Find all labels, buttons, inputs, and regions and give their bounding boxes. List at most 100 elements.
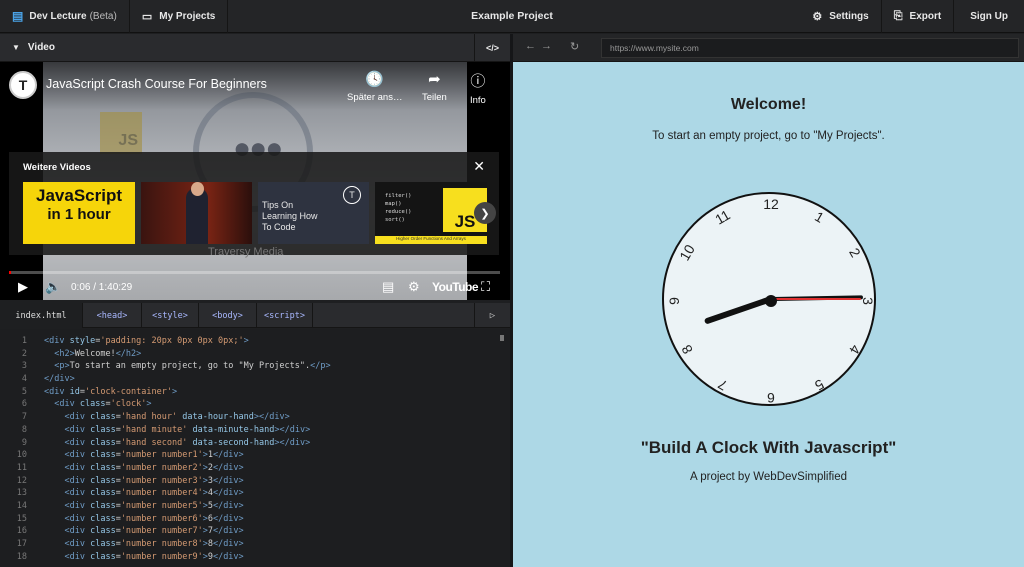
share-arrow-icon: ➦ <box>428 71 441 88</box>
line-number: 6 <box>21 399 27 410</box>
app-logo-button[interactable]: ▤ Dev Lecture (Beta) <box>0 0 130 33</box>
code-line[interactable]: 10 <div class='number number1'>1</div> <box>0 449 510 462</box>
tab-style[interactable]: <style> <box>142 303 199 328</box>
code-line[interactable]: 5 <div id='clock-container'> <box>0 386 510 399</box>
preview-pane: Welcome! To start an empty project, go t… <box>513 62 1024 567</box>
beta-label: (Beta) <box>89 10 117 22</box>
monitor-icon: ▭ <box>141 10 153 23</box>
forward-arrow-icon[interactable]: → <box>541 40 552 52</box>
code-line[interactable]: 4 </div> <box>0 373 510 386</box>
line-number: 12 <box>16 475 27 486</box>
channel-avatar[interactable]: T <box>9 71 37 99</box>
code-line[interactable]: 7 <div class='hand hour' data-hour-hand>… <box>0 411 510 424</box>
video-thumbnail-js-1-hour[interactable]: JavaScript in 1 hour <box>23 182 135 244</box>
fullscreen-icon[interactable]: ⛶ <box>481 279 490 295</box>
channel-logo-icon: T <box>343 186 361 204</box>
tab-body[interactable]: <body> <box>199 303 257 328</box>
more-videos-title: Weitere Videos <box>23 162 91 173</box>
info-icon: ⓘ <box>470 73 486 90</box>
speaker-head <box>191 182 204 196</box>
code-text: <div class='number number8'>8</div> <box>64 539 244 549</box>
settings-button[interactable]: ⚙ Settings <box>800 0 880 33</box>
line-number: 13 <box>16 488 27 499</box>
back-arrow-icon[interactable]: ← <box>525 40 536 52</box>
video-player[interactable]: JS ●●● T JavaScript Crash Course For Beg… <box>0 62 510 300</box>
watch-later-button[interactable]: 🕓 Später ans… <box>347 70 402 103</box>
preview-paragraph: To start an empty project, go to "My Pro… <box>652 130 885 142</box>
scrollbar-thumb[interactable] <box>500 335 504 341</box>
export-label: Export <box>909 10 942 22</box>
youtube-logo[interactable]: YouTube <box>432 280 479 294</box>
sign-up-button[interactable]: Sign Up <box>953 0 1024 33</box>
clock-center <box>765 295 777 307</box>
ghost-caption: Traversy Media <box>208 246 284 258</box>
thumb-code: filter() map() reduce() sort() <box>385 193 412 223</box>
line-number: 1 <box>21 336 27 346</box>
video-panel-title: Video <box>27 42 55 53</box>
export-button[interactable]: ⎘ Export <box>880 0 953 33</box>
code-line[interactable]: 1 <div style='padding: 20px 0px 0px 0px;'… <box>0 335 510 348</box>
video-thumbnail-higher-order[interactable]: filter() map() reduce() sort() JS Higher… <box>375 182 487 244</box>
code-text: <div class='hand second' data-second-han… <box>64 437 311 448</box>
my-projects-label: My Projects <box>159 10 216 22</box>
code-text: <div class='number number3'>3</div> <box>64 475 244 486</box>
code-line[interactable]: 9 <div class='hand second' data-second-h… <box>0 437 510 450</box>
app-root: Example Project ▤ Dev Lecture (Beta) ▭ M… <box>0 0 1024 567</box>
code-line[interactable]: 2 <h2>Welcome!</h2> <box>0 348 510 361</box>
video-panel-header[interactable]: ▼ Video </> <box>0 34 510 62</box>
player-controls: ▶ 🔈 0:06 / 1:40:29 ▤ ⚙ YouTube ⛶ <box>0 276 510 300</box>
code-line[interactable]: 13 <div class='number number4'>4</div> <box>0 487 510 500</box>
line-number: 9 <box>21 437 27 448</box>
editor-tabs: index.html <head> <style> <body> <script… <box>0 303 510 328</box>
volume-icon[interactable]: 🔈 <box>45 279 61 295</box>
app-name: Dev Lecture <box>29 10 87 22</box>
line-number: 5 <box>21 386 27 397</box>
url-bar[interactable]: https://www.mysite.com <box>601 38 1019 58</box>
info-button[interactable]: ⓘ Info <box>470 70 486 106</box>
js-logo-background: JS <box>100 112 142 154</box>
video-title[interactable]: JavaScript Crash Course For Beginners <box>46 77 267 91</box>
code-line[interactable]: 16 <div class='number number7'>7</div> <box>0 525 510 538</box>
close-icon[interactable]: ✕ <box>473 158 485 175</box>
line-number: 3 <box>21 361 27 372</box>
share-button[interactable]: ➦ Teilen <box>422 70 447 103</box>
more-videos-panel: Weitere Videos ✕ JavaScript in 1 hour T … <box>9 152 499 255</box>
video-thumbnail-speaker[interactable] <box>141 182 252 244</box>
code-line[interactable]: 8 <div class='hand minute' data-minute-h… <box>0 424 510 437</box>
play-icon[interactable]: ▶ <box>18 279 28 295</box>
subtitles-icon[interactable]: ▤ <box>382 279 394 295</box>
code-line[interactable]: 15 <div class='number number6'>6</div> <box>0 513 510 526</box>
line-number: 16 <box>16 526 27 537</box>
code-line[interactable]: 3 <p>To start an empty project, go to "M… <box>0 360 510 373</box>
settings-label: Settings <box>829 10 869 22</box>
code-line[interactable]: 17 <div class='number number8'>8</div> <box>0 538 510 551</box>
refresh-icon[interactable]: ↻ <box>570 40 579 53</box>
my-projects-button[interactable]: ▭ My Projects <box>130 0 229 33</box>
tab-index-html[interactable]: index.html <box>0 303 83 328</box>
clock-icon: 🕓 <box>365 71 385 88</box>
thumb-line2: in 1 hour <box>47 206 111 223</box>
clock: 1 2 3 4 5 6 7 8 9 10 11 12 <box>662 192 876 406</box>
code-line[interactable]: 14 <div class='number number5'>5</div> <box>0 500 510 513</box>
thumb-strip: Higher Order Functions And Arrays <box>375 236 487 244</box>
video-thumbnail-tips[interactable]: T Tips On Learning How To Code <box>258 182 369 244</box>
export-file-icon: ⎘ <box>893 9 903 22</box>
progress-bar[interactable] <box>9 271 500 274</box>
code-line[interactable]: 12 <div class='number number3'>3</div> <box>0 475 510 488</box>
code-toggle-button[interactable]: </> <box>474 34 510 62</box>
line-number: 15 <box>16 513 27 524</box>
preview-title: "Build A Clock With Javascript" <box>640 438 897 457</box>
code-editor[interactable]: 1 <div style='padding: 20px 0px 0px 0px;'… <box>0 329 510 567</box>
code-line[interactable]: 11 <div class='number number2'>2</div> <box>0 462 510 475</box>
code-text: <div class='number number7'>7</div> <box>64 526 244 537</box>
tab-script[interactable]: <script> <box>257 303 313 328</box>
gear-icon[interactable]: ⚙ <box>408 279 420 295</box>
run-button[interactable]: ▷ <box>474 303 510 328</box>
code-text: <div class='hand hour' data-hour-hand></… <box>64 412 290 423</box>
watch-later-label: Später ans… <box>347 92 403 103</box>
code-line[interactable]: 18 <div class='number number9'>9</div> <box>0 551 510 564</box>
code-line[interactable]: 6 <div class='clock'> <box>0 398 510 411</box>
thumb-text: Tips On Learning How To Code <box>262 200 318 232</box>
chevron-right-icon[interactable]: ❯ <box>474 202 496 224</box>
tab-head[interactable]: <head> <box>83 303 142 328</box>
